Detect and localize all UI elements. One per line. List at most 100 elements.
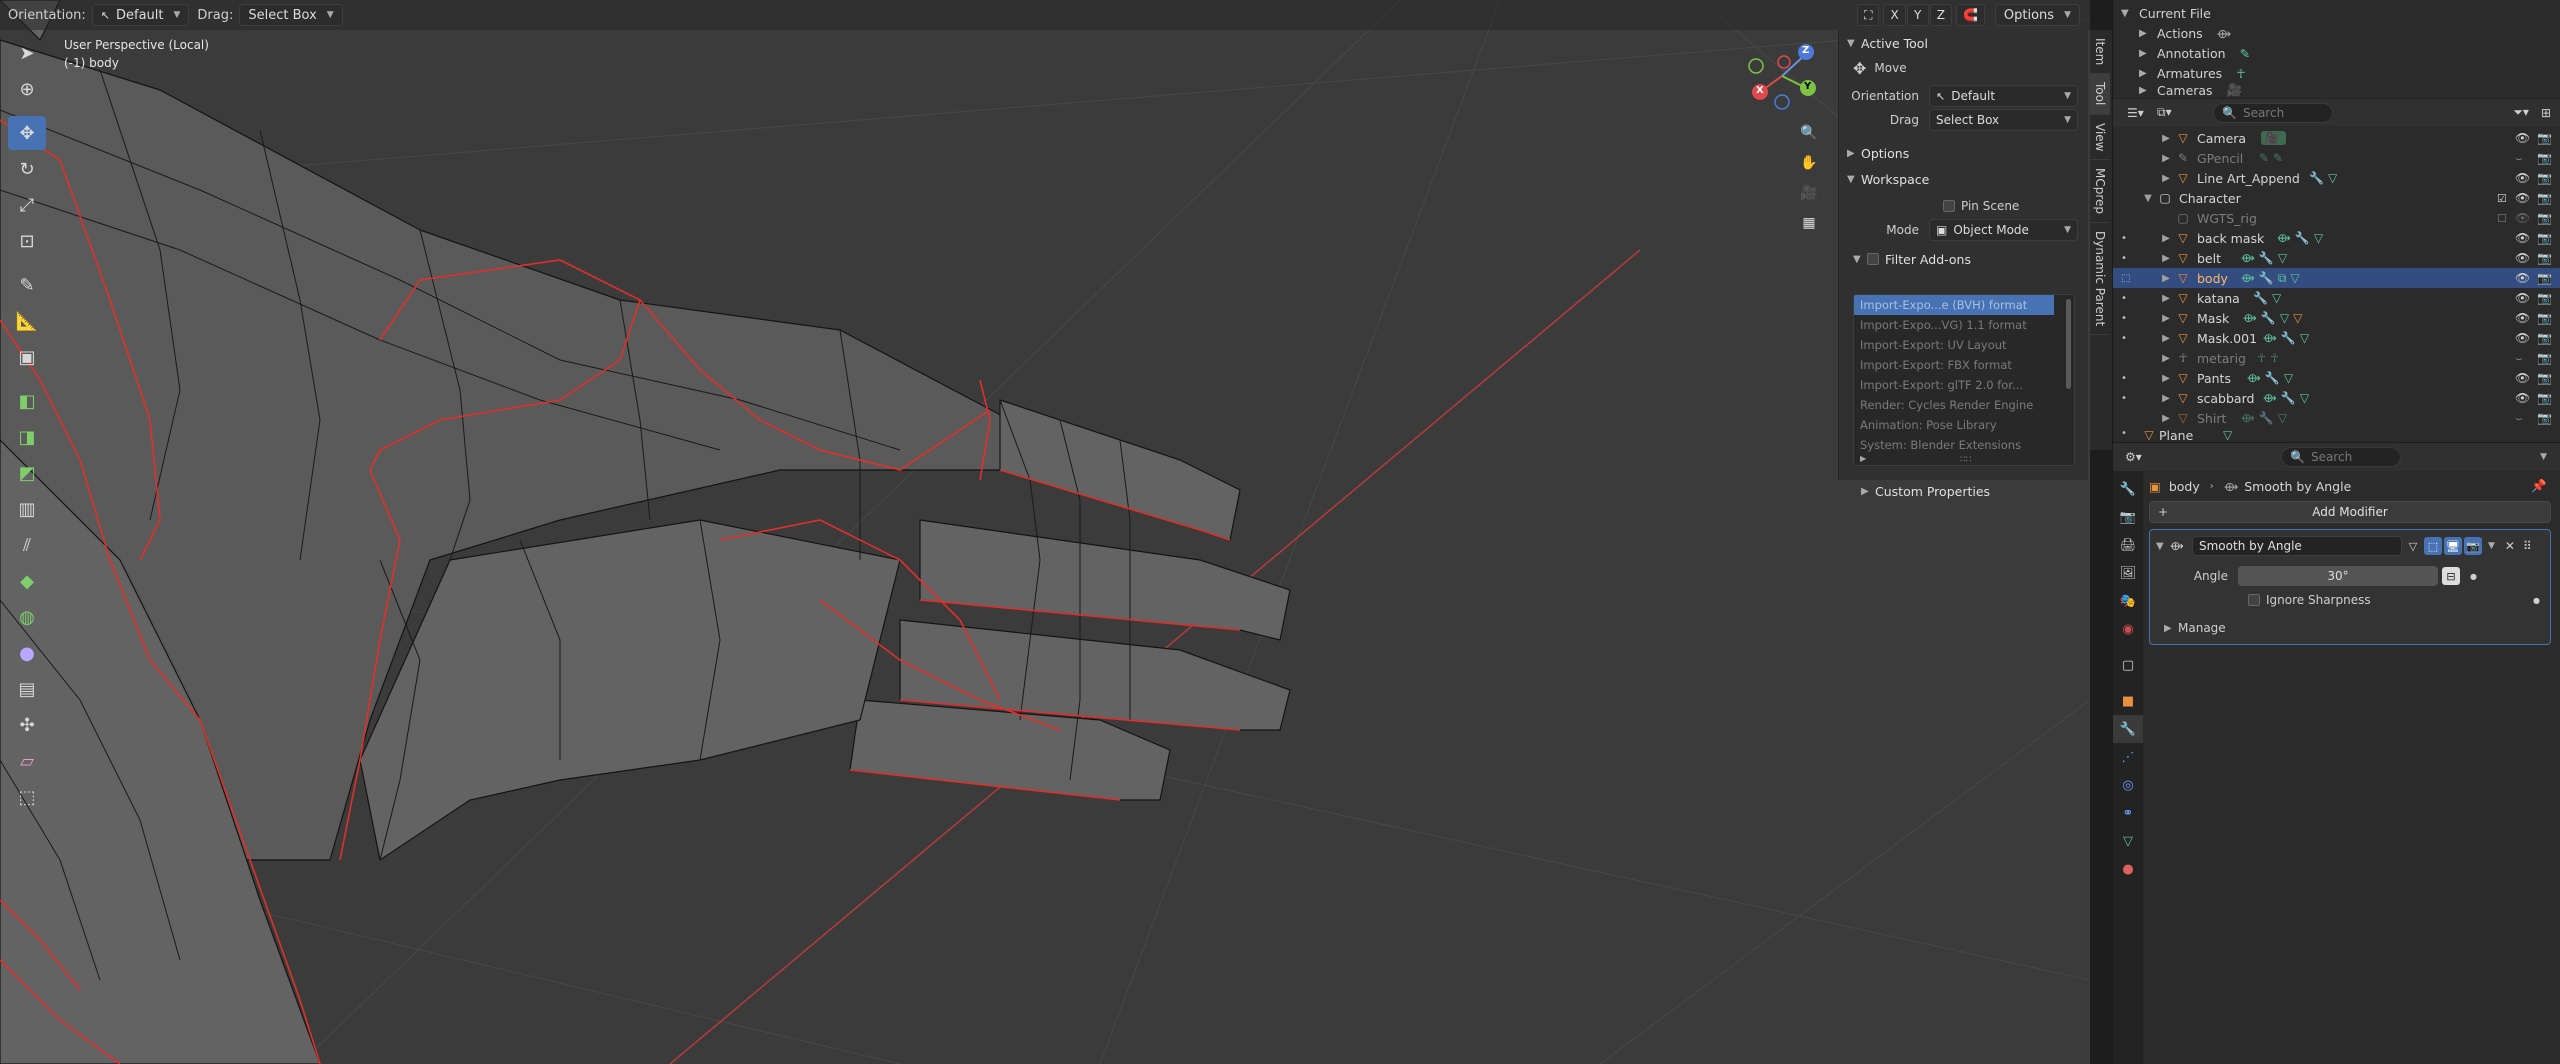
render-camera-icon[interactable]: 📷 [2537,191,2552,205]
outliner-row-wgts-rig[interactable]: ▢ WGTS_rig ☐ 👁 📷 [2113,208,2560,228]
workspace-header[interactable]: ▼ Workspace [1839,166,2088,192]
zoom-icon[interactable]: 🔍 [1796,120,1822,146]
pan-hand-icon[interactable]: ✋ [1796,150,1822,176]
render-camera-icon[interactable]: 📷 [2537,391,2552,405]
spin-tool-icon[interactable]: ◍ [8,600,46,634]
list-scrollbar[interactable] [2066,299,2071,389]
drag-select[interactable]: Select Box ▼ [1929,109,2078,131]
properties-search-input[interactable]: 🔍 Search [2281,447,2401,467]
outliner-row-mask[interactable]: • ▶ ▽ Mask ⟴🔧▽▽ 👁 📷 [2113,308,2560,328]
outliner-row-metarig[interactable]: ▶ ☥ metarig ☥☥ ⌣ 📷 [2113,348,2560,368]
outliner-row-line-art[interactable]: ▶ ▽ Line Art_Append 🔧▽ 👁 📷 [2113,168,2560,188]
loop-cut-tool-icon[interactable]: ▥ [8,492,46,526]
editor-type-icon[interactable]: ⚙▾ [2125,450,2175,464]
angle-field[interactable]: 30° [2238,566,2438,586]
active-tool-header[interactable]: ▼ Active Tool [1839,30,2088,56]
breadcrumb-object[interactable]: body [2169,479,2200,494]
outliner-row-character-collection[interactable]: ▼ ▢ Character ☑ 👁 📷 [2113,188,2560,208]
outliner-row-camera[interactable]: ▶ ▽ Camera 🎥 👁 📷 [2113,128,2560,148]
render-camera-icon[interactable]: 📷 [2537,251,2552,265]
eye-icon[interactable]: 👁 [2515,371,2530,385]
edit-mode-toggle-icon[interactable]: ▽ [2404,537,2422,555]
chevron-down-icon[interactable]: ▼ [2540,452,2547,462]
viewport-toggle-icon[interactable]: 🖥 [2444,537,2462,555]
rip-tool-icon[interactable]: ⬚ [8,780,46,814]
outliner-row-katana[interactable]: • ▶ ▽ katana 🔧▽ 👁 📷 [2113,288,2560,308]
close-icon[interactable]: ✕ [2505,539,2515,553]
breadcrumb-modifier[interactable]: Smooth by Angle [2244,479,2351,494]
viewport-canvas[interactable] [0,0,2090,1064]
render-camera-icon[interactable]: 📷 [2537,411,2552,425]
data-row-annotation[interactable]: ▶ Annotation ✎ [2113,43,2560,63]
eye-icon[interactable]: 👁 [2515,391,2530,405]
render-camera-icon[interactable]: 📷 [2537,271,2552,285]
smooth-tool-icon[interactable]: ● [8,636,46,670]
eye-icon[interactable]: 👁 [2515,231,2530,245]
tab-item[interactable]: Item [2090,30,2110,75]
shear-tool-icon[interactable]: ▱ [8,744,46,778]
orientation-dropdown[interactable]: ↖ Default ▼ [91,4,190,26]
eye-icon[interactable]: 👁 [2515,131,2530,145]
filter-addons-header[interactable]: ▼ Filter Add-ons [1839,246,2088,272]
inset-tool-icon[interactable]: ◨ [8,420,46,454]
outliner-row-pants[interactable]: • ▶ ▽ Pants ⟴🔧▽ 👁 📷 [2113,368,2560,388]
axis-x-toggle[interactable]: X [1883,4,1906,26]
eye-icon[interactable]: 👁 [2515,291,2530,305]
collection-checkbox[interactable]: ☐ [2497,212,2507,225]
cursor-tool-icon[interactable]: ⊕ [8,72,46,106]
custom-properties-header[interactable]: ▶ Custom Properties [1853,478,2073,504]
options-header[interactable]: ▶ Options [1839,140,2088,166]
data-tab-icon[interactable]: ▽ [2113,827,2143,855]
pin-icon[interactable]: 📌 [2531,478,2547,494]
addon-item[interactable]: Import-Expo...VG) 1.1 format [1854,315,2054,335]
add-modifier-button[interactable]: + Add Modifier [2149,501,2551,523]
addon-item[interactable]: System: Blender Extensions [1854,435,2054,455]
list-resize-handle[interactable]: ∷∷ [1960,455,1971,465]
collection-checkbox[interactable]: ☑ [2497,192,2507,205]
transform-tool-icon[interactable]: ⊡ [8,224,46,258]
navigation-gizmo[interactable]: Z Y X [1744,40,1834,110]
poly-build-tool-icon[interactable]: ◆ [8,564,46,598]
addon-item[interactable]: Import-Export: glTF 2.0 for... [1854,375,2054,395]
bevel-tool-icon[interactable]: ◩ [8,456,46,490]
chevron-down-icon[interactable]: ▼ [2488,541,2495,551]
render-camera-icon[interactable]: 📷 [2537,151,2552,165]
drag-handle-icon[interactable]: ⠿ [2523,539,2532,553]
render-camera-icon[interactable]: 📷 [2537,171,2552,185]
axis-gizmo-icon[interactable] [1744,40,1834,110]
pin-scene-checkbox[interactable] [1943,200,1955,212]
outliner-row-belt[interactable]: • ▶ ▽ belt ⟴🔧▽ 👁 📷 [2113,248,2560,268]
edge-slide-tool-icon[interactable]: ▤ [8,672,46,706]
render-camera-icon[interactable]: 📷 [2537,371,2552,385]
drag-dropdown[interactable]: Select Box ▼ [239,4,343,26]
tab-dynamic-parent[interactable]: Dynamic Parent [2090,223,2110,336]
add-cube-tool-icon[interactable]: ▣ [8,340,46,374]
keyframe-dot-icon[interactable]: ● [2533,596,2540,605]
outliner-row-plane[interactable]: • ▽ Plane ▽ [2113,428,2560,440]
orientation-select[interactable]: ↖ Default ▼ [1929,85,2078,107]
constraints-tab-icon[interactable]: ⚭ [2113,799,2143,827]
grid-ortho-icon[interactable]: ▦ [1796,210,1822,236]
filter-addons-checkbox[interactable] [1867,253,1879,265]
eye-icon[interactable]: 👁 [2515,311,2530,325]
annotate-tool-icon[interactable]: ✎ [8,268,46,302]
keyframe-dot-icon[interactable]: ● [2470,572,2477,581]
chevron-down-icon[interactable]: ▼ [2156,541,2170,552]
knife-tool-icon[interactable]: ⫽ [8,528,46,562]
list-expand-icon[interactable]: ▶ [1860,454,1866,463]
tab-tool[interactable]: Tool [2090,74,2110,115]
outliner-row-scabbard[interactable]: • ▶ ▽ scabbard ⟴🔧▽ 👁 📷 [2113,388,2560,408]
collection-tab-icon[interactable]: ▢ [2113,651,2143,679]
render-camera-icon[interactable]: 📷 [2537,131,2552,145]
data-row-armatures[interactable]: ▶ Armatures ☥ [2113,63,2560,83]
select-tool-icon[interactable]: ➤ [8,36,46,70]
modifier-name-field[interactable]: Smooth by Angle [2192,536,2402,556]
camera-view-icon[interactable]: 🎥 [1796,180,1822,206]
addon-item[interactable]: Import-Export: FBX format [1854,355,2054,375]
world-tab-icon[interactable]: ◉ [2113,615,2143,643]
addon-list[interactable]: Import-Expo...e (BVH) format Import-Expo… [1853,294,2075,466]
render-camera-icon[interactable]: 📷 [2537,231,2552,245]
scene-tab-icon[interactable]: 🎭 [2113,587,2143,615]
ignore-sharpness-checkbox[interactable] [2248,594,2260,606]
rotate-tool-icon[interactable]: ↻ [8,152,46,186]
